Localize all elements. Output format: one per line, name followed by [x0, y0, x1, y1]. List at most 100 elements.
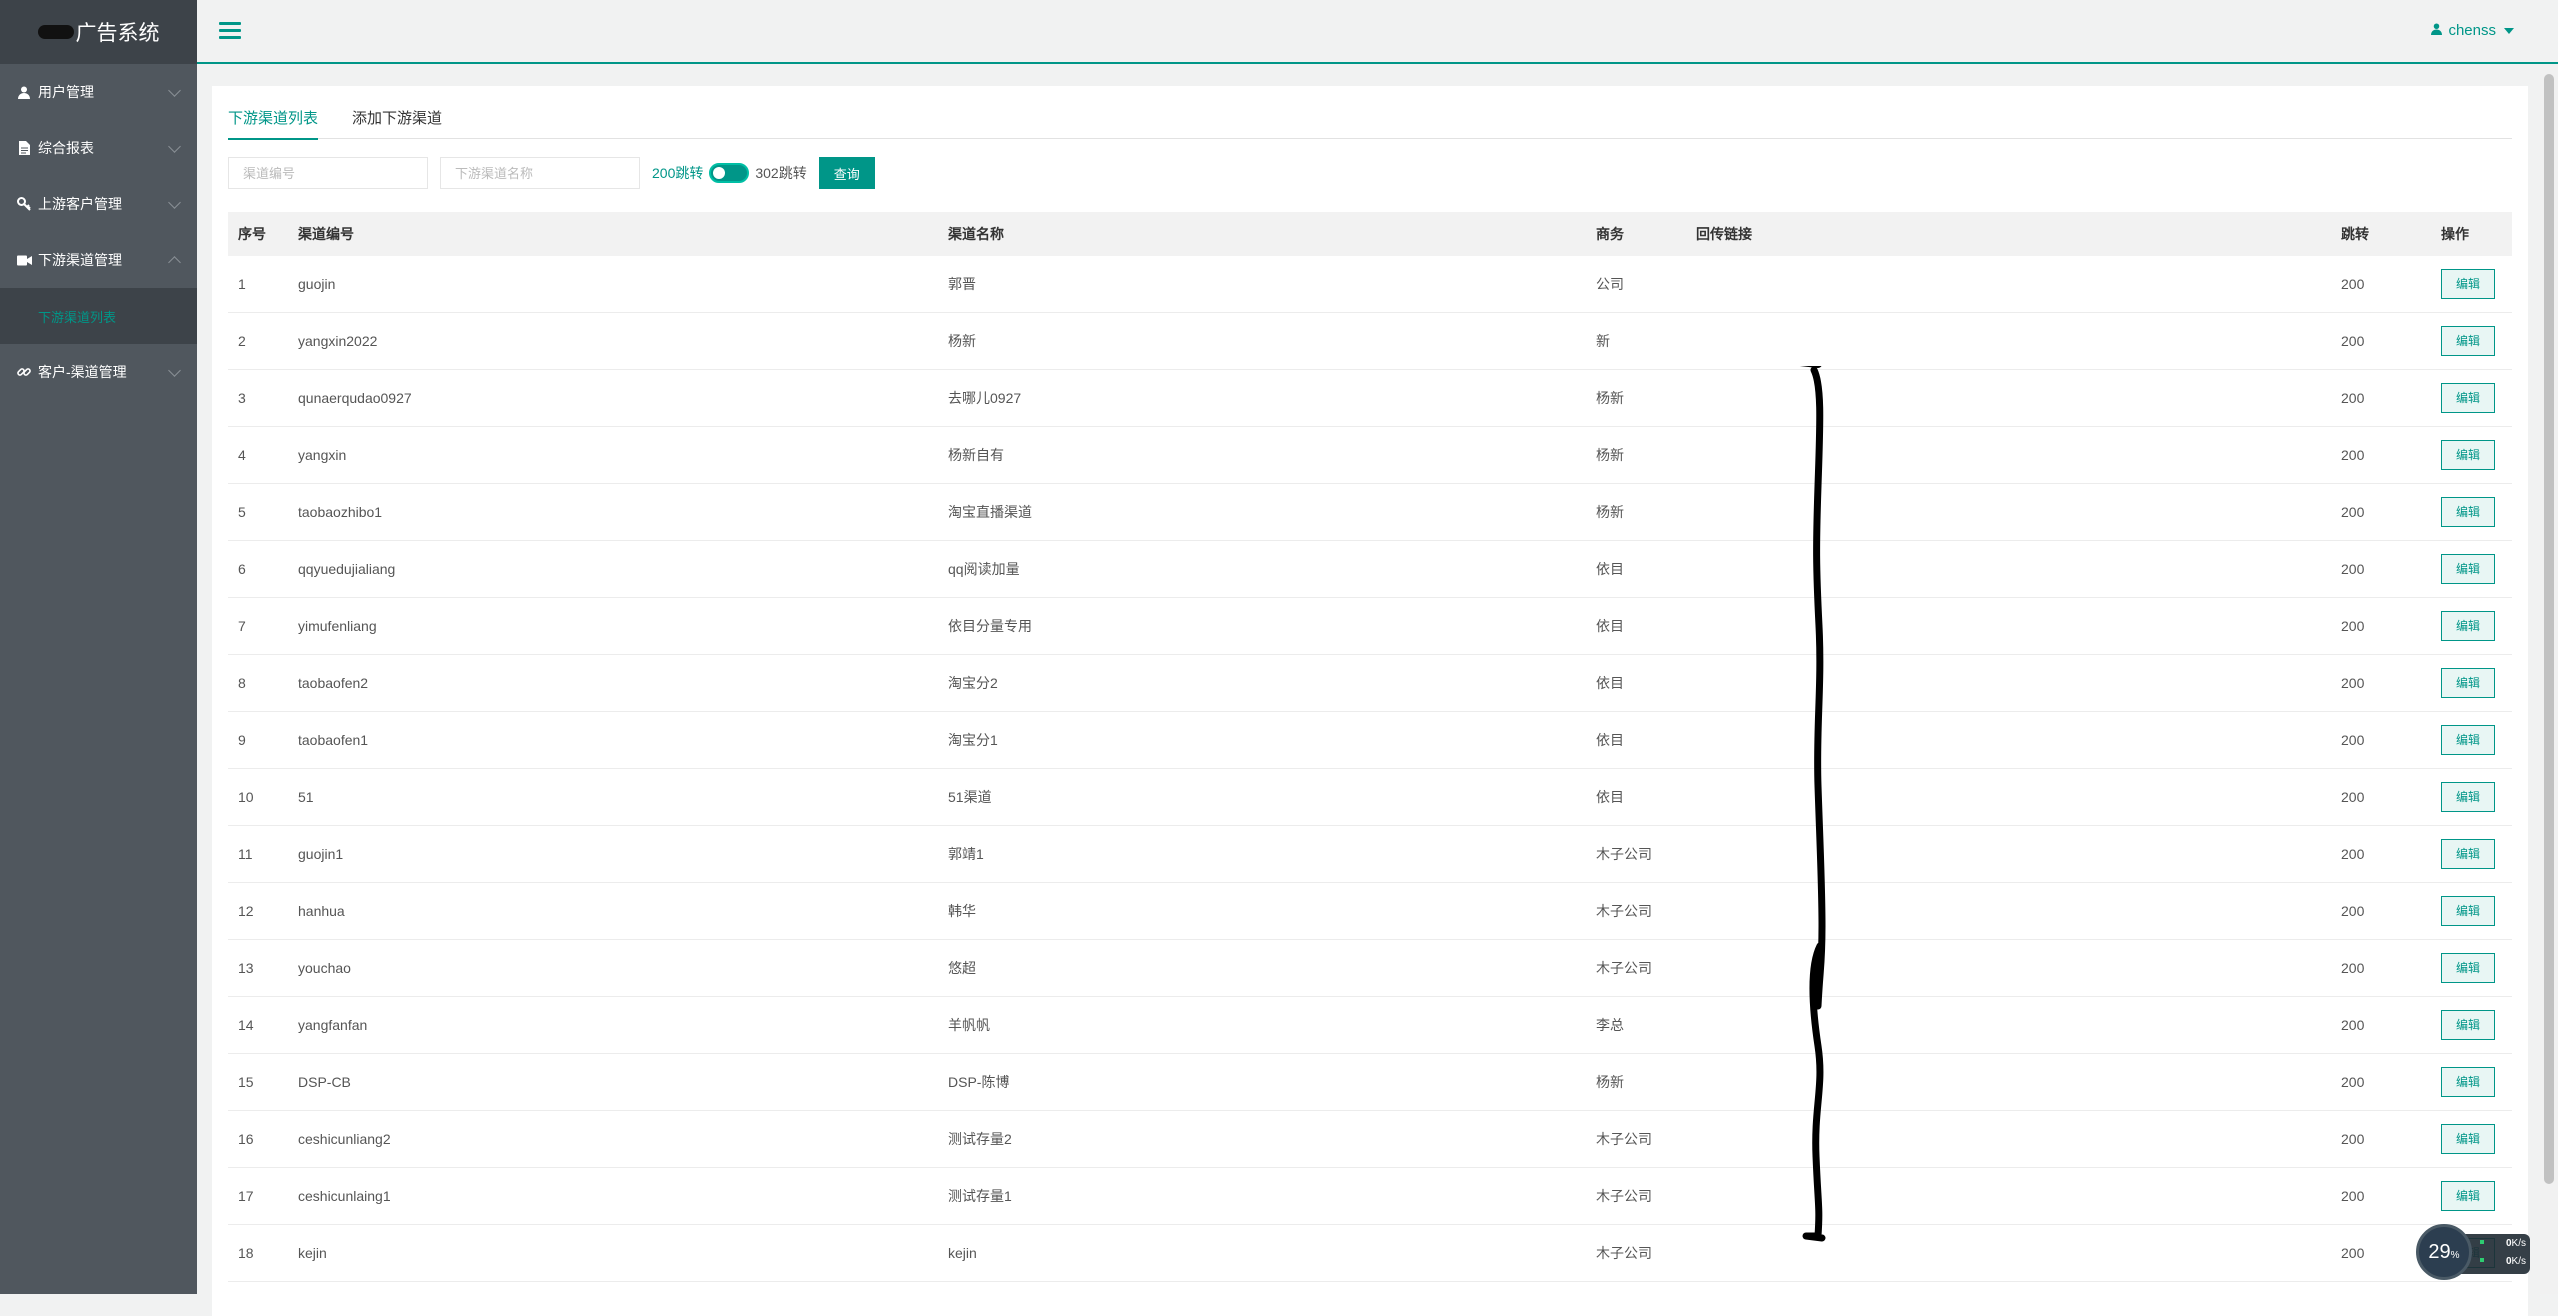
cell-operation: 编辑 [2431, 953, 2511, 983]
cell-channel-code: yangxin2022 [298, 333, 378, 349]
cell-channel-code: youchao [298, 960, 351, 976]
edit-button[interactable]: 编辑 [2441, 896, 2495, 926]
brand-logo[interactable]: 广告系统 [0, 0, 197, 64]
cell-jump: 200 [2341, 333, 2365, 349]
cell-channel-code: guojin1 [298, 846, 344, 862]
cell-business: 依目 [1596, 732, 1624, 748]
cell-jump: 200 [2341, 276, 2365, 292]
submenu: 下游渠道列表 [0, 288, 197, 344]
user-menu[interactable]: chenss [2431, 22, 2514, 39]
edit-button[interactable]: 编辑 [2441, 269, 2495, 299]
table-row: 10 51 51渠道 依目 200 编辑 [228, 769, 2512, 826]
cell-business: 公司 [1596, 276, 1624, 292]
sidebar-item-downstream-channels[interactable]: 下游渠道管理 [0, 232, 197, 288]
channel-code-input[interactable] [228, 157, 428, 189]
video-icon [16, 255, 32, 266]
cell-channel-code: kejin [298, 1245, 327, 1261]
cell-channel-name: DSP-陈博 [948, 1074, 1010, 1090]
cell-index: 12 [238, 903, 254, 919]
cell-channel-code: 51 [298, 789, 314, 805]
cell-channel-code: DSP-CB [298, 1074, 351, 1090]
sidebar-item-upstream-clients[interactable]: 上游客户管理 [0, 176, 197, 232]
col-channel-name: 渠道名称 [948, 226, 1004, 242]
table-row: 9 taobaofen1 淘宝分1 依目 200 编辑 [228, 712, 2512, 769]
cell-operation: 编辑 [2431, 326, 2511, 356]
cell-jump: 200 [2341, 675, 2365, 691]
edit-button[interactable]: 编辑 [2441, 1010, 2495, 1040]
channel-name-input[interactable] [440, 157, 640, 189]
cell-jump: 200 [2341, 1131, 2365, 1147]
cell-jump: 200 [2341, 960, 2365, 976]
cell-jump: 200 [2341, 1017, 2365, 1033]
edit-button[interactable]: 编辑 [2441, 326, 2495, 356]
edit-button[interactable]: 编辑 [2441, 383, 2495, 413]
cell-index: 3 [238, 390, 246, 406]
cell-channel-name: 悠超 [948, 960, 976, 976]
tab-downstream-list[interactable]: 下游渠道列表 [228, 104, 319, 140]
edit-button[interactable]: 编辑 [2441, 1124, 2495, 1154]
cell-business: 李总 [1596, 1017, 1624, 1033]
jump-type-toggle[interactable] [709, 163, 750, 183]
table-row: 7 yimufenliang 依目分量专用 依目 200 编辑 [228, 598, 2512, 655]
table-row: 5 taobaozhibo1 淘宝直播渠道 杨新 200 编辑 [228, 484, 2512, 541]
chevron-down-icon [168, 196, 181, 209]
table-row: 1 guojin 郭晋 公司 200 编辑 [228, 256, 2512, 313]
cell-channel-name: 测试存量2 [948, 1131, 1012, 1147]
content-card: 下游渠道列表 添加下游渠道 200跳转 302跳转 查询 序号 渠道编号 渠道名… [212, 86, 2528, 1316]
cell-channel-name: 去哪儿0927 [948, 390, 1022, 406]
table-row: 6 qqyuedujialiang qq阅读加量 依目 200 编辑 [228, 541, 2512, 598]
edit-button[interactable]: 编辑 [2441, 953, 2495, 983]
table-row: 14 yangfanfan 羊帆帆 李总 200 编辑 [228, 997, 2512, 1054]
cell-business: 木子公司 [1596, 960, 1652, 976]
cell-index: 15 [238, 1074, 254, 1090]
cell-operation: 编辑 [2431, 1067, 2511, 1097]
table-row: 12 hanhua 韩华 木子公司 200 编辑 [228, 883, 2512, 940]
network-speed-widget[interactable]: 29% 0K/s 0K/s [2416, 1224, 2534, 1284]
cell-index: 14 [238, 1017, 254, 1033]
cell-operation: 编辑 [2431, 896, 2511, 926]
jump-302-label: 302跳转 [755, 165, 807, 181]
edit-button[interactable]: 编辑 [2441, 497, 2495, 527]
cell-channel-code: taobaofen1 [298, 732, 369, 748]
edit-button[interactable]: 编辑 [2441, 725, 2495, 755]
cell-channel-code: taobaozhibo1 [298, 504, 383, 520]
edit-button[interactable]: 编辑 [2441, 839, 2495, 869]
scrollbar-thumb[interactable] [2544, 74, 2554, 1184]
sidebar-item-client-channel[interactable]: 客户-渠道管理 [0, 344, 197, 400]
cell-operation: 编辑 [2431, 839, 2511, 869]
filter-bar: 200跳转 302跳转 查询 [228, 156, 875, 190]
cell-jump: 200 [2341, 732, 2365, 748]
sidebar-item-label: 上游客户管理 [38, 196, 122, 212]
cell-jump: 200 [2341, 447, 2365, 463]
cell-channel-code: yangfanfan [298, 1017, 368, 1033]
upload-speed: 0K/s [2506, 1238, 2526, 1249]
cell-channel-name: qq阅读加量 [948, 561, 1020, 577]
cell-business: 木子公司 [1596, 1188, 1652, 1204]
cell-index: 13 [238, 960, 254, 976]
edit-button[interactable]: 编辑 [2441, 554, 2495, 584]
cell-index: 5 [238, 504, 246, 520]
cell-index: 7 [238, 618, 246, 634]
sidebar-item-reports[interactable]: 综合报表 [0, 120, 197, 176]
edit-button[interactable]: 编辑 [2441, 1067, 2495, 1097]
chevron-down-icon [168, 84, 181, 97]
query-button[interactable]: 查询 [818, 157, 875, 189]
cell-channel-code: yimufenliang [298, 618, 377, 634]
sidebar-subitem-downstream-list[interactable]: 下游渠道列表 [0, 288, 197, 344]
tab-add-downstream[interactable]: 添加下游渠道 [352, 104, 442, 138]
edit-button[interactable]: 编辑 [2441, 440, 2495, 470]
sidebar-item-user-management[interactable]: 用户管理 [0, 64, 197, 120]
edit-button[interactable]: 编辑 [2441, 611, 2495, 641]
page-scrollbar[interactable] [2540, 64, 2558, 1294]
cell-channel-code: qunaerqudao0927 [298, 390, 412, 406]
cell-business: 杨新 [1596, 504, 1624, 520]
cell-business: 木子公司 [1596, 846, 1652, 862]
sidebar-item-label: 综合报表 [38, 140, 94, 156]
download-arrow-icon [2480, 1258, 2484, 1262]
edit-button[interactable]: 编辑 [2441, 668, 2495, 698]
edit-button[interactable]: 编辑 [2441, 782, 2495, 812]
table-row: 16 ceshicunliang2 测试存量2 木子公司 200 编辑 [228, 1111, 2512, 1168]
edit-button[interactable]: 编辑 [2441, 1181, 2495, 1211]
col-business: 商务 [1596, 226, 1624, 242]
menu-toggle-icon[interactable] [219, 22, 241, 40]
